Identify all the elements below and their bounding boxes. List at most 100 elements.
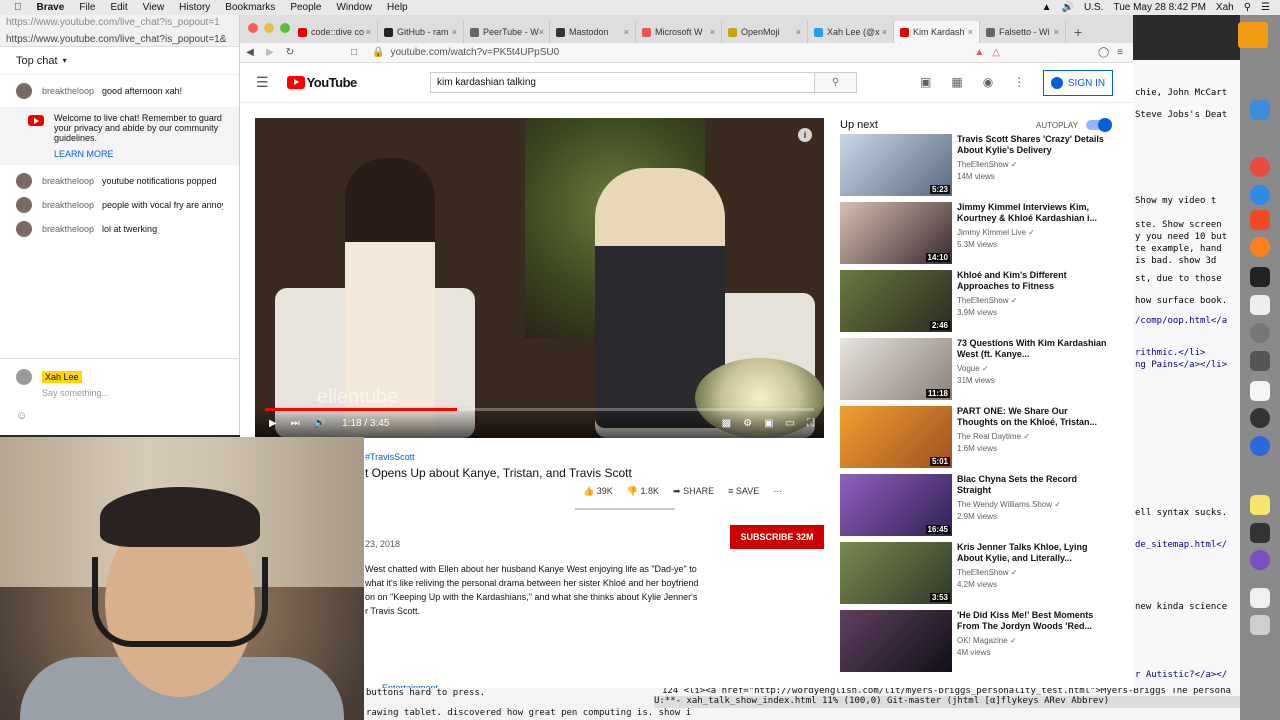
close-tab-icon[interactable]: × (539, 27, 544, 37)
close-window-button[interactable] (248, 23, 258, 33)
input-source[interactable]: U.S. (1084, 2, 1103, 13)
menu-edit[interactable]: Edit (110, 2, 127, 13)
miniplayer-icon[interactable]: ▣ (764, 418, 773, 429)
browser-tab[interactable]: Mastodon × (550, 21, 636, 43)
brave-shield-icon[interactable]: ▲ (974, 47, 984, 58)
new-tab-button[interactable]: + (1074, 24, 1082, 40)
fullscreen-icon[interactable]: ⛶ (807, 418, 814, 429)
safari-icon[interactable] (1250, 185, 1270, 205)
captions-icon[interactable]: ▩ (722, 418, 731, 429)
reload-icon[interactable]: ↻ (280, 47, 300, 58)
chat-author[interactable]: breaktheloop (42, 86, 94, 96)
minimize-window-button[interactable] (264, 23, 274, 33)
upload-video-icon[interactable]: ▣ (920, 75, 931, 89)
subscribe-button[interactable]: SUBSCRIBE 32M (730, 525, 824, 549)
spotlight-icon[interactable]: ⚲ (1244, 2, 1251, 13)
recommendation-title[interactable]: Blac Chyna Sets the Record Straight (957, 474, 1107, 496)
video-player[interactable]: ellentube i ▶ ⏭ 🔊 1:18 / 3:45 ▩ ⚙ ▣ ▭ ⛶ (255, 118, 824, 438)
video-thumbnail[interactable]: 5:23 (840, 134, 952, 196)
zoom-window-button[interactable] (280, 23, 290, 33)
theater-mode-icon[interactable]: ▭ (786, 418, 795, 429)
sign-in-button[interactable]: SIGN IN (1043, 70, 1113, 96)
notification-center-icon[interactable]: ☰ (1261, 2, 1270, 13)
video-thumbnail[interactable]: 11:18 (840, 338, 952, 400)
recommendation-item[interactable]: 'He Did Kiss Me!' Best Moments From The … (840, 610, 1110, 674)
save-button[interactable]: ≡ SAVE (728, 486, 759, 497)
menu-app-name[interactable]: Brave (37, 2, 65, 13)
menu-history[interactable]: History (179, 2, 210, 13)
browser-tab[interactable]: OpenMoji × (722, 21, 808, 43)
terminal-icon[interactable] (1250, 267, 1270, 287)
browser-tab[interactable]: GitHub - ram × (378, 21, 464, 43)
video-thumbnail[interactable]: 3:53 (840, 542, 952, 604)
avatar[interactable] (16, 173, 32, 189)
address-bar[interactable]: youtube.com/watch?v=PK5t4UPpSU0 (390, 47, 559, 58)
video-thumbnail[interactable] (840, 610, 952, 672)
share-button[interactable]: ➦ SHARE (673, 486, 714, 497)
channel-name[interactable]: TheEllenShow (957, 296, 1009, 305)
menu-icon[interactable]: ≡ (1117, 47, 1123, 58)
finder-icon[interactable] (1250, 100, 1270, 120)
video-thumbnail[interactable]: 14:10 (840, 202, 952, 264)
channel-name[interactable]: Vogue (957, 364, 980, 373)
recommendation-item[interactable]: 5:01 PART ONE: We Share Our Thoughts on t… (840, 406, 1110, 470)
recommendation-title[interactable]: Kris Jenner Talks Khloe, Lying About Kyl… (957, 542, 1107, 564)
play-icon[interactable]: ▶ (269, 418, 277, 429)
app-icon[interactable] (1250, 351, 1270, 371)
calendar-icon[interactable] (1250, 381, 1270, 401)
browser-tab-active[interactable]: Kim Kardash × (894, 21, 980, 43)
menu-view[interactable]: View (143, 2, 165, 13)
recommendation-item[interactable]: 3:53 Kris Jenner Talks Khloe, Lying About… (840, 542, 1110, 606)
menu-file[interactable]: File (79, 2, 95, 13)
settings-gear-icon[interactable]: ⚙ (743, 418, 752, 429)
close-tab-icon[interactable]: × (624, 27, 629, 37)
menu-people[interactable]: People (290, 2, 321, 13)
channel-name[interactable]: Jimmy Kimmel Live (957, 228, 1026, 237)
search-icon[interactable]: ⚲ (815, 72, 857, 93)
volume-icon[interactable]: 🔊 (314, 418, 326, 429)
app-icon[interactable] (1250, 523, 1270, 543)
browser-tab[interactable]: Xah Lee (@x × (808, 21, 894, 43)
channel-name[interactable]: TheEllenShow (957, 568, 1009, 577)
volume-icon[interactable]: 🔊 (1062, 2, 1074, 13)
more-horizontal-icon[interactable]: ⋯ (773, 486, 782, 497)
channel-name[interactable]: OK! Magazine (957, 636, 1008, 645)
recommendation-title[interactable]: 73 Questions With Kim Kardashian West (f… (957, 338, 1107, 360)
menu-help[interactable]: Help (387, 2, 408, 13)
forward-icon[interactable]: ▶ (260, 47, 280, 58)
close-tab-icon[interactable]: × (1054, 27, 1059, 37)
user-name[interactable]: Xah (1216, 2, 1234, 13)
video-thumbnail[interactable]: 2:46 (840, 270, 952, 332)
close-tab-icon[interactable]: × (796, 27, 801, 37)
youtube-logo[interactable]: YouTube (286, 75, 357, 90)
channel-name[interactable]: The Real Daytime (957, 432, 1021, 441)
firefox-icon[interactable] (1250, 237, 1270, 257)
recommendation-title[interactable]: Jimmy Kimmel Interviews Kim, Kourtney & … (957, 202, 1107, 224)
next-icon[interactable]: ⏭ (291, 418, 300, 429)
info-icon[interactable]: i (798, 128, 812, 142)
learn-more-link[interactable]: LEARN MORE (54, 149, 223, 159)
progress-bar[interactable] (265, 408, 814, 411)
close-tab-icon[interactable]: × (452, 27, 457, 37)
system-preferences-icon[interactable] (1250, 323, 1270, 343)
video-thumbnail[interactable]: 5:01 (840, 406, 952, 468)
hashtag-link[interactable]: #TravisScott (365, 452, 825, 462)
menu-window[interactable]: Window (336, 2, 372, 13)
chat-header[interactable]: Top chat ▾ (0, 47, 239, 75)
emacs-icon[interactable] (1250, 550, 1270, 570)
avatar[interactable] (16, 221, 32, 237)
more-vertical-icon[interactable]: ⋮ (1013, 75, 1025, 89)
app-icon[interactable] (1250, 436, 1270, 456)
back-icon[interactable]: ◀ (240, 47, 260, 58)
chrome-icon[interactable] (1250, 157, 1270, 177)
dislike-button[interactable]: 👎 1.8K (627, 486, 659, 497)
recommendation-title[interactable]: Travis Scott Shares 'Crazy' Details Abou… (957, 134, 1107, 156)
clock[interactable]: Tue May 28 8:42 PM (1113, 2, 1205, 13)
trash-icon[interactable] (1250, 615, 1270, 635)
recommendation-title[interactable]: PART ONE: We Share Our Thoughts on the K… (957, 406, 1107, 428)
menu-bookmarks[interactable]: Bookmarks (225, 2, 275, 13)
channel-name[interactable]: The Wendy Williams Show (957, 500, 1052, 509)
close-tab-icon[interactable]: × (882, 27, 887, 37)
browser-tab[interactable]: Falsetto - Wi × (980, 21, 1066, 43)
close-tab-icon[interactable]: × (968, 27, 973, 37)
